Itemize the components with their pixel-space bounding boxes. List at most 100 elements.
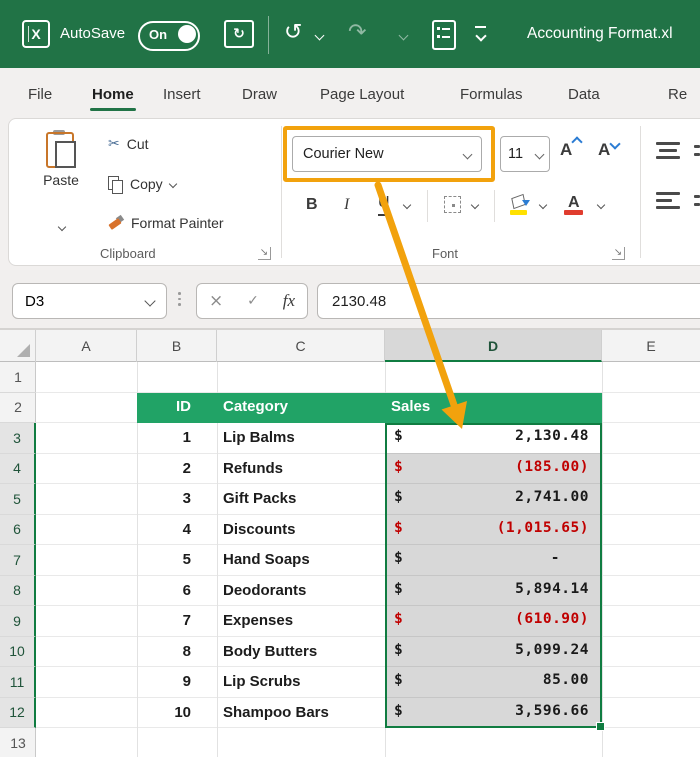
copy-label: Copy <box>130 176 163 192</box>
underline-button[interactable]: U <box>378 192 390 216</box>
scissors-icon: ✂ <box>108 136 120 152</box>
column-header-E[interactable]: E <box>602 330 700 362</box>
row-header-4[interactable]: 4 <box>0 453 36 484</box>
row-header-7[interactable]: 7 <box>0 545 36 576</box>
column-header-B[interactable]: B <box>137 330 217 362</box>
copy-button[interactable]: Copy <box>108 174 177 194</box>
tab-re[interactable]: Re <box>668 86 687 103</box>
cell-B5[interactable]: 3 <box>137 484 217 515</box>
tab-home[interactable]: Home <box>90 86 136 111</box>
gridline <box>602 362 603 757</box>
fill-handle[interactable] <box>596 722 605 731</box>
tab-file[interactable]: File <box>28 86 52 103</box>
cell-B7[interactable]: 5 <box>137 545 217 576</box>
cell-B12[interactable]: 10 <box>137 698 217 729</box>
undo-chevron-icon[interactable] <box>314 30 325 41</box>
cell-C12[interactable]: Shampoo Bars <box>217 698 385 729</box>
title-bar: X AutoSave On ↻ ↺ ↷ Accounting Format.xl <box>0 0 700 68</box>
row-header-10[interactable]: 10 <box>0 636 36 667</box>
row-header-6[interactable]: 6 <box>0 514 36 545</box>
cell-B4[interactable]: 2 <box>137 454 217 485</box>
cell-C8[interactable]: Deodorants <box>217 576 385 607</box>
cancel-button[interactable]: × <box>209 291 223 311</box>
row-header-3[interactable]: 3 <box>0 423 36 454</box>
clipboard-dialog-launcher[interactable]: ↘ <box>258 247 271 260</box>
excel-logo-icon[interactable]: X <box>22 20 50 48</box>
font-color-bar-icon <box>564 210 583 215</box>
autosave-toggle-state: On <box>149 27 168 42</box>
font-size-combo[interactable]: 11 <box>500 136 550 172</box>
cell-B8[interactable]: 6 <box>137 576 217 607</box>
cell-B6[interactable]: 4 <box>137 515 217 546</box>
row-header-5[interactable]: 5 <box>0 484 36 515</box>
select-all-corner[interactable] <box>0 330 36 362</box>
format-painter-icon <box>108 214 125 231</box>
font-size-chevron-icon <box>534 149 545 159</box>
bold-button[interactable]: B <box>306 192 318 218</box>
row-header-8[interactable]: 8 <box>0 575 36 606</box>
sync-arrows-icon: ↻ <box>233 26 245 42</box>
cell-C11[interactable]: Lip Scrubs <box>217 667 385 698</box>
tab-draw[interactable]: Draw <box>242 86 277 103</box>
cell-C2[interactable]: Category <box>223 398 288 415</box>
sheet-row-1 <box>36 362 700 393</box>
cut-button[interactable]: ✂ Cut <box>108 134 149 154</box>
fill-color-bar-icon <box>510 210 527 215</box>
copy-icon <box>108 175 123 194</box>
row-header-9[interactable]: 9 <box>0 606 36 637</box>
save-icon[interactable]: ↻ <box>224 20 254 48</box>
document-title: Accounting Format.xl <box>527 25 673 42</box>
row-header-1[interactable]: 1 <box>0 362 36 393</box>
name-box[interactable]: D3 <box>12 283 167 319</box>
cell-C6[interactable]: Discounts <box>217 515 385 546</box>
tab-data[interactable]: Data <box>568 86 600 103</box>
tab-insert[interactable]: Insert <box>163 86 201 103</box>
cell-C3[interactable]: Lip Balms <box>217 423 385 454</box>
formula-bar-divider <box>178 292 181 306</box>
column-header-A[interactable]: A <box>36 330 137 362</box>
toggle-knob-icon <box>178 25 196 43</box>
row-header-11[interactable]: 11 <box>0 667 36 698</box>
insert-function-button[interactable]: fx <box>283 291 295 311</box>
tab-formulas[interactable]: Formulas <box>460 86 523 103</box>
paste-button[interactable]: Paste <box>30 128 92 238</box>
cell-C7[interactable]: Hand Soaps <box>217 545 385 576</box>
font-name-value: Courier New <box>303 146 384 162</box>
cell-B10[interactable]: 8 <box>137 637 217 668</box>
titlebar-divider <box>268 16 269 54</box>
italic-button[interactable]: I <box>344 192 349 218</box>
undo-button[interactable]: ↺ <box>284 20 302 46</box>
cell-B9[interactable]: 7 <box>137 606 217 637</box>
cell-reference: D3 <box>25 292 45 310</box>
redo-chevron-icon[interactable] <box>398 30 409 41</box>
format-painter-button[interactable]: Format Painter <box>108 213 224 233</box>
font-name-combo[interactable]: Courier New <box>292 136 482 172</box>
column-header-D[interactable]: D <box>385 330 602 362</box>
grow-font-button[interactable]: A <box>560 136 583 160</box>
formula-input[interactable]: 2130.48 <box>317 283 700 319</box>
enter-button[interactable]: ✓ <box>247 293 259 309</box>
sheet-row-13 <box>36 728 700 757</box>
fill-color-button[interactable] <box>510 193 530 210</box>
paste-chevron-icon <box>57 222 67 232</box>
shrink-font-button[interactable]: A <box>598 138 621 160</box>
cell-C10[interactable]: Body Butters <box>217 637 385 668</box>
formula-bar: D3 × ✓ fx 2130.48 <box>0 270 700 330</box>
cell-B3[interactable]: 1 <box>137 423 217 454</box>
cell-C4[interactable]: Refunds <box>217 454 385 485</box>
cell-D2[interactable]: Sales <box>391 398 430 415</box>
tab-page-layout[interactable]: Page Layout <box>320 86 404 103</box>
quick-access-icon[interactable] <box>432 20 456 50</box>
cell-C9[interactable]: Expenses <box>217 606 385 637</box>
row-header-12[interactable]: 12 <box>0 697 36 728</box>
font-dialog-launcher[interactable]: ↘ <box>612 247 625 260</box>
row-header-2[interactable]: 2 <box>0 393 36 423</box>
row-header-13[interactable]: 13 <box>0 728 36 757</box>
cell-B2[interactable]: ID <box>137 398 217 415</box>
cell-B11[interactable]: 9 <box>137 667 217 698</box>
column-header-C[interactable]: C <box>217 330 385 362</box>
borders-button[interactable] <box>444 196 461 213</box>
autosave-toggle[interactable]: On <box>138 21 200 51</box>
redo-button[interactable]: ↷ <box>348 20 366 46</box>
cell-C5[interactable]: Gift Packs <box>217 484 385 515</box>
